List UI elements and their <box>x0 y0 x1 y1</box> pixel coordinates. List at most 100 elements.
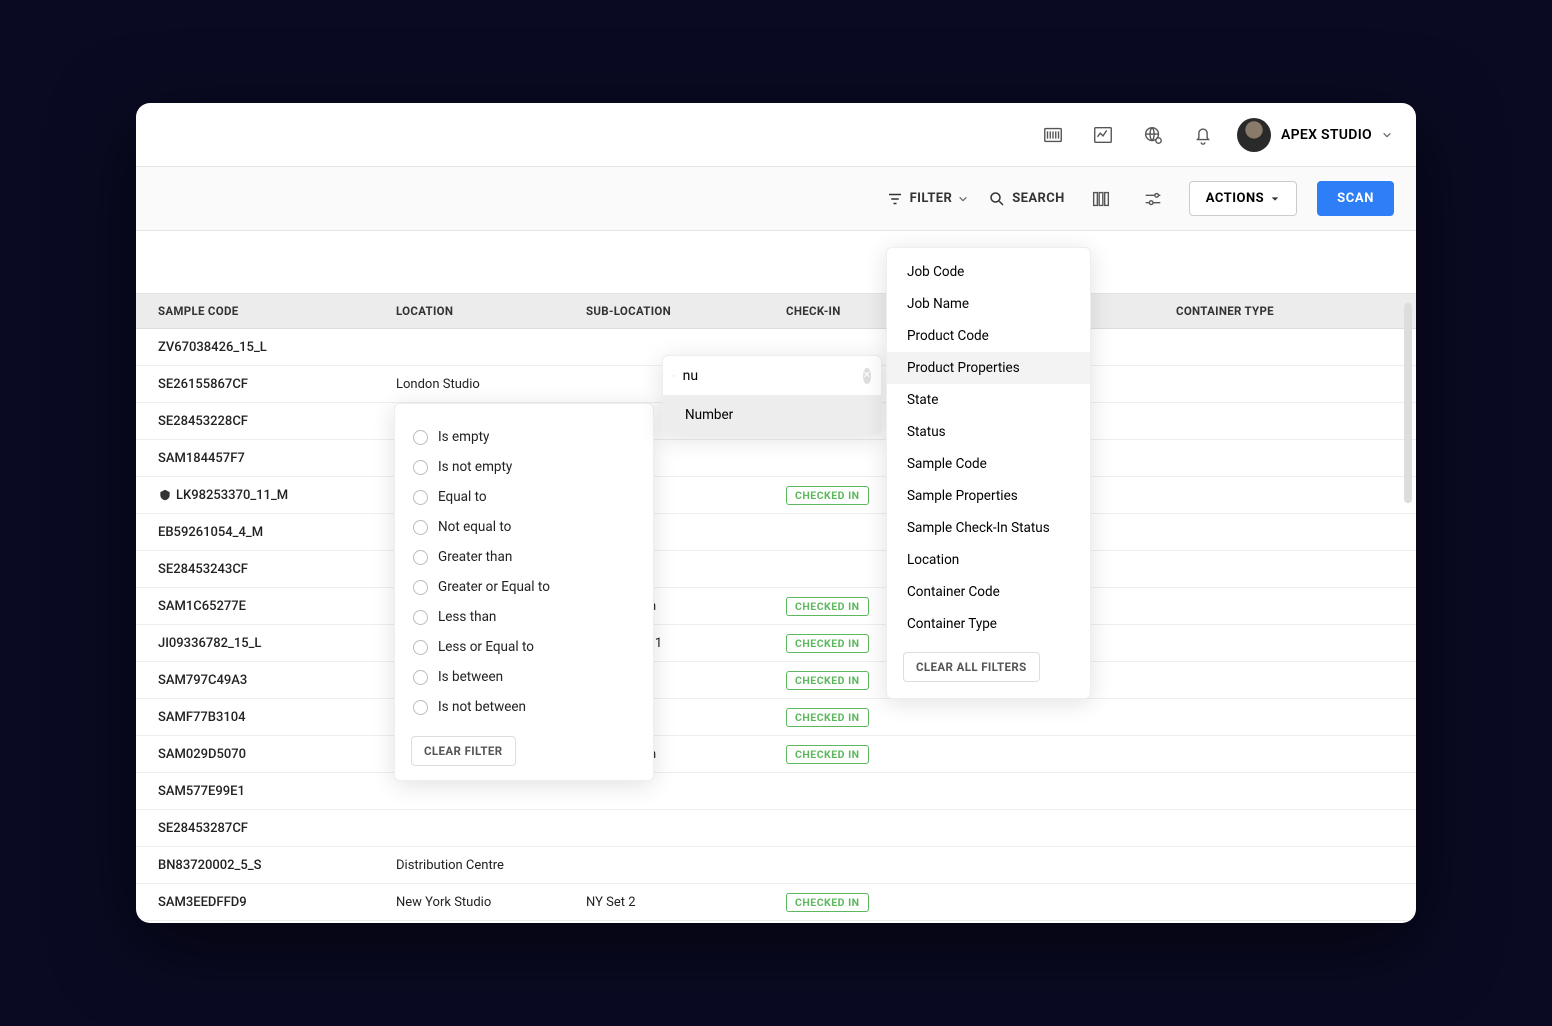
filter-field-item[interactable]: Sample Properties <box>887 480 1090 512</box>
cell-sample-code: SAM184457F7 <box>136 451 396 466</box>
barcode-icon[interactable] <box>1037 119 1069 151</box>
table-row[interactable]: SAM577E99E1 <box>136 773 1416 810</box>
scan-button[interactable]: SCAN <box>1317 181 1394 216</box>
cell-sample-code: SE28453287CF <box>136 821 396 836</box>
table-header: SAMPLE CODE LOCATION SUB-LOCATION CHECK-… <box>136 293 1416 329</box>
app-window: APEX STUDIO FILTER SEARCH ACTIONS SCAN S… <box>136 103 1416 923</box>
columns-icon[interactable] <box>1085 183 1117 215</box>
operator-option[interactable]: Greater or Equal to <box>411 572 637 602</box>
table-row[interactable]: LK98253370_11_MCHECKED IN <box>136 477 1416 514</box>
search-label: SEARCH <box>1012 191 1064 206</box>
col-sublocation[interactable]: SUB-LOCATION <box>586 304 786 318</box>
col-location[interactable]: LOCATION <box>396 304 586 318</box>
operator-option[interactable]: Less or Equal to <box>411 632 637 662</box>
cell-sublocation: NY Set 2 <box>586 895 786 910</box>
filter-field-item[interactable]: Sample Code <box>887 448 1090 480</box>
table-row[interactable]: EB59261054_4_M <box>136 514 1416 551</box>
table-row[interactable]: BN83720002_5_SDistribution Centre <box>136 847 1416 884</box>
clear-all-filters-button[interactable]: CLEAR ALL FILTERS <box>903 652 1040 682</box>
operator-label: Is not between <box>438 699 526 715</box>
filter-field-item[interactable]: Location <box>887 544 1090 576</box>
cell-checkin: CHECKED IN <box>786 708 986 727</box>
operator-label: Is not empty <box>438 459 512 475</box>
radio-icon <box>413 670 428 685</box>
radio-icon <box>413 610 428 625</box>
col-container-type[interactable]: CONTAINER TYPE <box>1176 304 1416 318</box>
table-row[interactable]: SAM1C65277EStock RoomCHECKED IN <box>136 588 1416 625</box>
operator-label: Greater or Equal to <box>438 579 550 595</box>
search-button[interactable]: SEARCH <box>988 190 1064 208</box>
filter-field-item[interactable]: Sample Check-In Status <box>887 512 1090 544</box>
filter-fields-popover: Job CodeJob NameProduct CodeProduct Prop… <box>886 247 1091 699</box>
table-row[interactable]: SAM029D5070Stock RoomCHECKED IN <box>136 736 1416 773</box>
operator-label: Not equal to <box>438 519 511 535</box>
operator-label: Is empty <box>438 429 489 445</box>
operator-option[interactable]: Less than <box>411 602 637 632</box>
operator-option[interactable]: Greater than <box>411 542 637 572</box>
table-row[interactable]: SE28453287CF <box>136 810 1416 847</box>
radio-icon <box>413 550 428 565</box>
chevron-down-icon <box>1382 130 1392 140</box>
filter-field-item[interactable]: Container Code <box>887 576 1090 608</box>
cell-sample-code: SE26155867CF <box>136 377 396 392</box>
filter-field-item[interactable]: Status <box>887 416 1090 448</box>
operator-option[interactable]: Is between <box>411 662 637 692</box>
table-row[interactable]: SAM3EEDFFD9New York StudioNY Set 2CHECKE… <box>136 884 1416 921</box>
caret-down-icon <box>1270 194 1280 204</box>
operator-label: Is between <box>438 669 503 685</box>
filter-label: FILTER <box>910 191 953 206</box>
account-menu[interactable]: APEX STUDIO <box>1237 118 1392 152</box>
operator-popover: Is empty Is not empty Equal to Not equal to… <box>394 403 654 781</box>
operator-option[interactable]: Not equal to <box>411 512 637 542</box>
actions-label: ACTIONS <box>1206 191 1264 206</box>
cell-sample-code: SE28453243CF <box>136 562 396 577</box>
radio-icon <box>413 430 428 445</box>
operator-option[interactable]: Is empty <box>411 422 637 452</box>
operator-label: Greater than <box>438 549 512 565</box>
cell-location: London Studio <box>396 377 586 392</box>
table-row[interactable]: SE28453243CF <box>136 551 1416 588</box>
bell-icon[interactable] <box>1187 119 1219 151</box>
clear-filter-button[interactable]: CLEAR FILTER <box>411 736 516 766</box>
globe-settings-icon[interactable] <box>1137 119 1169 151</box>
table-row[interactable]: SAM184457F7 <box>136 440 1416 477</box>
search-input[interactable] <box>681 367 863 385</box>
clear-search-icon[interactable]: ✕ <box>863 368 871 384</box>
filter-field-item[interactable]: Container Type <box>887 608 1090 640</box>
cell-sample-code: LK98253370_11_M <box>136 488 396 503</box>
operator-label: Equal to <box>438 489 487 505</box>
cell-checkin: CHECKED IN <box>786 893 986 912</box>
filter-field-item[interactable]: State <box>887 384 1090 416</box>
search-icon <box>673 368 675 384</box>
filter-button[interactable]: FILTER <box>886 190 969 208</box>
chart-icon[interactable] <box>1087 119 1119 151</box>
actionbar: FILTER SEARCH ACTIONS SCAN <box>136 167 1416 231</box>
table-row[interactable]: JI09336782_15_LLondon Set 1CHECKED IN <box>136 625 1416 662</box>
table-row[interactable]: SAM797C49A3NY Set 2CHECKED IN <box>136 662 1416 699</box>
search-option[interactable]: Number <box>663 396 881 434</box>
filter-field-item[interactable]: Product Code <box>887 320 1090 352</box>
cell-checkin: CHECKED IN <box>786 745 986 764</box>
table-row[interactable]: SAMF77B3104NY Set 1CHECKED IN <box>136 699 1416 736</box>
radio-icon <box>413 490 428 505</box>
sliders-icon[interactable] <box>1137 183 1169 215</box>
radio-icon <box>413 700 428 715</box>
operator-option[interactable]: Equal to <box>411 482 637 512</box>
operator-option[interactable]: Is not between <box>411 692 637 722</box>
cell-sample-code: SAM797C49A3 <box>136 673 396 688</box>
cell-sample-code: SAM577E99E1 <box>136 784 396 799</box>
search-popover: ✕ Number <box>662 355 882 435</box>
actions-button[interactable]: ACTIONS <box>1189 181 1297 216</box>
cell-sample-code: SAM3EEDFFD9 <box>136 895 396 910</box>
cell-sample-code: JI09336782_15_L <box>136 636 396 651</box>
cell-sample-code: ZV67038426_15_L <box>136 340 396 355</box>
scrollbar[interactable] <box>1404 303 1412 503</box>
filter-field-item[interactable]: Job Code <box>887 256 1090 288</box>
cell-sample-code: SAM029D5070 <box>136 747 396 762</box>
operator-option[interactable]: Is not empty <box>411 452 637 482</box>
filter-field-item[interactable]: Product Properties <box>887 352 1090 384</box>
col-sample-code[interactable]: SAMPLE CODE <box>136 304 396 318</box>
radio-icon <box>413 520 428 535</box>
filter-field-item[interactable]: Job Name <box>887 288 1090 320</box>
filter-icon <box>886 190 904 208</box>
